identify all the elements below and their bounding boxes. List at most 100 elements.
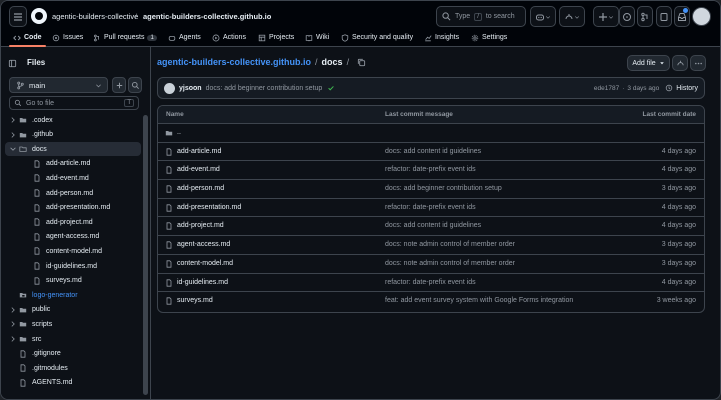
file-commit-message[interactable]: refactor: date-prefix event ids (385, 166, 476, 173)
history-button[interactable]: History (665, 84, 698, 92)
branch-selector[interactable]: main (9, 77, 108, 93)
tree-item-folder[interactable]: src (5, 332, 141, 346)
file-name-link[interactable]: surveys.md (177, 297, 213, 304)
tab-code[interactable]: Code (9, 29, 45, 47)
tree-item-label: src (32, 335, 42, 343)
file-commit-message[interactable]: docs: add beginner contribution setup (385, 185, 502, 192)
menu-button[interactable] (9, 6, 27, 27)
parent-directory-row[interactable]: .. (158, 124, 704, 143)
tree-item-icon (33, 276, 41, 285)
tree-item-icon (19, 379, 27, 387)
sidebar-collapse-icon (8, 59, 17, 67)
tab-projects[interactable]: Projects (258, 29, 294, 46)
file-name-link[interactable]: add-project.md (177, 222, 224, 229)
agents-button[interactable] (559, 6, 585, 27)
owner-link[interactable]: agentic-builders-collective (52, 12, 138, 21)
user-avatar[interactable] (692, 7, 711, 26)
notifications-button[interactable] (674, 6, 690, 27)
tab-security[interactable]: Security and quality (341, 29, 413, 46)
file-name-link[interactable]: agent-access.md (177, 241, 230, 248)
file-row[interactable]: add-article.md docs: add content id guide… (158, 143, 704, 162)
breadcrumb-repo-link[interactable]: agentic-builders-collective.github.io (157, 57, 311, 67)
tree-item-file[interactable]: AGENTS.md (5, 376, 141, 390)
tab-wiki[interactable]: Wiki (305, 29, 329, 46)
tree-item-submodule[interactable]: logo-generator (5, 288, 141, 302)
file-name-link[interactable]: id-guidelines.md (177, 279, 228, 286)
tree-item-file[interactable]: content-model.md (5, 244, 141, 258)
tree-item-file[interactable]: id-guidelines.md (5, 259, 141, 273)
agent-task-icon (676, 60, 684, 65)
file-row[interactable]: add-person.md docs: add beginner contribu… (158, 180, 704, 199)
issues-button[interactable] (619, 6, 635, 27)
tab-actions[interactable]: Actions (212, 29, 246, 46)
file-row[interactable]: agent-access.md docs: note admin control … (158, 236, 704, 255)
file-name-link[interactable]: add-person.md (177, 185, 224, 192)
tab-insights[interactable]: Insights (424, 29, 459, 46)
file-row[interactable]: add-event.md refactor: date-prefix event … (158, 161, 704, 181)
copy-path-icon[interactable] (357, 58, 366, 67)
file-name-link[interactable]: content-model.md (177, 260, 233, 267)
file-commit-message[interactable]: docs: add content id guidelines (385, 222, 481, 229)
commit-message[interactable]: docs: add beginner contribution setup (206, 85, 323, 92)
collapse-sidebar-button[interactable] (8, 55, 24, 71)
search-input[interactable]: Type / to search (436, 6, 526, 27)
create-new-button[interactable] (593, 6, 619, 27)
file-name-link[interactable]: add-presentation.md (177, 204, 241, 211)
tree-item-folder[interactable]: .github (5, 128, 141, 142)
file-commit-message[interactable]: refactor: date-prefix event ids (385, 279, 476, 286)
tree-item-file[interactable]: agent-access.md (5, 230, 141, 244)
tree-item-folder[interactable]: .codex (5, 113, 141, 127)
file-row[interactable]: id-guidelines.md refactor: date-prefix ev… (158, 274, 704, 293)
tab-label: Issues (63, 34, 84, 41)
tree-item-file[interactable]: .gitmodules (5, 361, 141, 375)
go-to-file-input[interactable]: Go to file T (9, 96, 139, 110)
tree-item-folder[interactable]: scripts (5, 317, 141, 331)
add-file-dropdown-button[interactable]: Add file (627, 55, 670, 71)
tree-item-file[interactable]: add-person.md (5, 186, 141, 200)
repositories-button[interactable] (656, 6, 672, 27)
file-icon (34, 247, 40, 255)
tab-settings[interactable]: Settings (471, 29, 507, 46)
tree-item-file[interactable]: add-presentation.md (5, 201, 141, 215)
tree-item-file[interactable]: surveys.md (5, 274, 141, 288)
tree-item-label: id-guidelines.md (46, 262, 97, 270)
commit-hash[interactable]: ede1787 (594, 85, 619, 92)
add-file-button[interactable] (112, 77, 126, 93)
more-options-button[interactable] (690, 55, 706, 71)
folder-icon (165, 131, 173, 136)
tree-item-file[interactable]: .gitignore (5, 347, 141, 361)
tab-pull-requests[interactable]: Pull requests 1 (93, 29, 157, 46)
chevron-right-icon (11, 336, 15, 342)
tree-item-file[interactable]: add-article.md (5, 157, 141, 171)
file-row[interactable]: content-model.md docs: note admin control… (158, 255, 704, 274)
file-commit-message[interactable]: docs: add content id guidelines (385, 148, 481, 155)
chevron-down-icon (608, 15, 614, 19)
sidebar-scrollbar[interactable] (143, 115, 148, 395)
pull-requests-button[interactable] (637, 6, 653, 27)
tree-item-file[interactable]: add-project.md (5, 215, 141, 229)
copilot-button[interactable] (530, 6, 556, 27)
file-row[interactable]: surveys.md feat: add event survey system … (158, 292, 704, 311)
file-commit-message[interactable]: docs: note admin control of member order (385, 260, 515, 267)
tab-issues[interactable]: Issues (52, 29, 83, 46)
file-name-link[interactable]: add-event.md (177, 166, 220, 173)
commit-author[interactable]: yjsoon (179, 85, 202, 92)
tab-agents[interactable]: Agents (168, 29, 201, 46)
agents-button[interactable] (672, 55, 688, 71)
commit-author-avatar[interactable] (164, 82, 175, 94)
file-commit-message[interactable]: refactor: date-prefix event ids (385, 204, 476, 211)
tree-item-folder[interactable]: docs (5, 142, 141, 157)
github-logo-icon[interactable] (31, 8, 47, 24)
tree-item-label: AGENTS.md (32, 379, 73, 387)
file-commit-message[interactable]: docs: note admin control of member order (385, 241, 515, 248)
file-row[interactable]: add-presentation.md refactor: date-prefix… (158, 199, 704, 218)
file-name-link[interactable]: add-article.md (177, 148, 221, 155)
repo-link[interactable]: agentic-builders-collective.github.io (143, 12, 271, 21)
file-commit-message[interactable]: feat: add event survey system with Googl… (385, 297, 573, 304)
parent-directory-link[interactable]: .. (177, 129, 181, 136)
file-icon (34, 189, 40, 197)
tree-item-file[interactable]: add-event.md (5, 171, 141, 185)
file-row[interactable]: add-project.md docs: add content id guide… (158, 217, 704, 237)
search-files-button[interactable] (128, 77, 142, 93)
tree-item-folder[interactable]: public (5, 303, 141, 317)
